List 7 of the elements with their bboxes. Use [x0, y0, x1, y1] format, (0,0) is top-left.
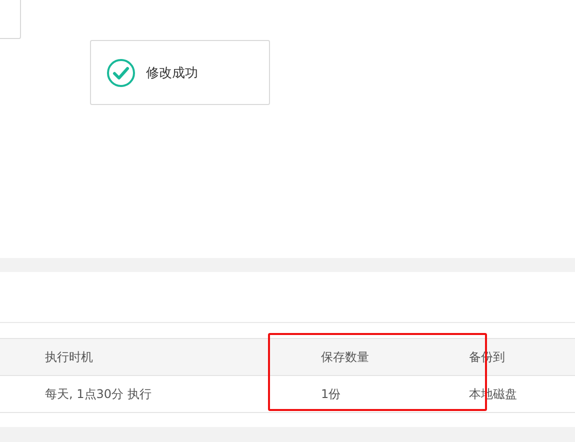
- toast-text: 修改成功: [146, 64, 198, 82]
- check-circle-icon: [106, 58, 136, 88]
- column-header: 执行时机: [45, 348, 94, 366]
- table-cell-text: 每天, 1点30分 执行: [45, 386, 152, 402]
- card-background: [0, 0, 21, 39]
- table-cell-text: 1份: [321, 386, 342, 402]
- column-header: 保存数量: [321, 348, 370, 366]
